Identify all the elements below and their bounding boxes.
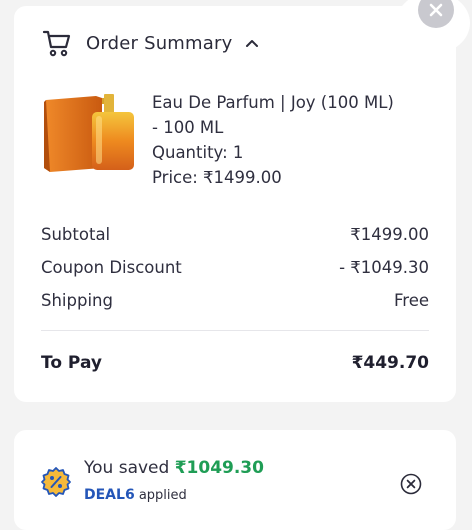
shipping-value: Free [393, 291, 429, 310]
discount-badge-icon [41, 467, 71, 497]
coupon-applied-text: DEAL6 applied [84, 487, 187, 503]
order-summary-card: Order Summary Eau De Parfum | Joy (100 M… [14, 0, 470, 402]
applied-label: applied [138, 488, 187, 503]
product-name-line2: - 100 ML [152, 118, 224, 137]
coupon-discount-value: - ₹1049.30 [339, 258, 429, 277]
shipping-label: Shipping [41, 291, 113, 310]
coupon-savings-card: You saved ₹1049.30 DEAL6 applied [14, 430, 456, 530]
subtotal-row: Subtotal ₹1499.00 [41, 218, 429, 251]
price-breakdown: Subtotal ₹1499.00 Coupon Discount - ₹104… [41, 218, 429, 373]
close-button-backdrop [396, 0, 470, 54]
total-value: ₹449.70 [351, 353, 429, 373]
remove-coupon-icon[interactable] [400, 473, 422, 495]
coupon-discount-label: Coupon Discount [41, 258, 182, 277]
you-saved-text: You saved ₹1049.30 [84, 458, 264, 478]
product-price: Price: ₹1499.00 [152, 168, 282, 187]
total-label: To Pay [41, 353, 102, 373]
close-button[interactable] [418, 0, 454, 28]
subtotal-value: ₹1499.00 [350, 225, 429, 244]
chevron-up-icon [246, 40, 259, 47]
divider [41, 330, 429, 331]
total-row: To Pay ₹449.70 [41, 353, 429, 373]
shipping-row: Shipping Free [41, 284, 429, 317]
coupon-code: DEAL6 [84, 487, 135, 503]
product-name-line1: Eau De Parfum | Joy (100 ML) [152, 93, 394, 112]
product-quantity: Quantity: 1 [152, 143, 244, 162]
coupon-discount-row: Coupon Discount - ₹1049.30 [41, 251, 429, 284]
close-icon [429, 3, 443, 17]
product-image [44, 94, 134, 172]
product-item: Eau De Parfum | Joy (100 ML) - 100 ML Qu… [40, 90, 440, 190]
order-summary-title: Order Summary [86, 32, 233, 54]
subtotal-label: Subtotal [41, 225, 111, 244]
cart-icon [42, 30, 71, 57]
saved-amount: ₹1049.30 [174, 458, 264, 478]
you-saved-label: You saved [84, 458, 170, 478]
order-summary-toggle[interactable]: Order Summary [42, 28, 260, 58]
